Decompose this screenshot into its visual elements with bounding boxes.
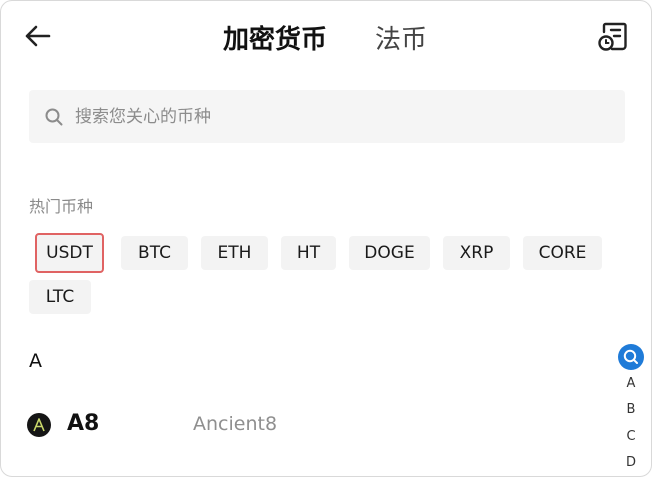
search-box[interactable] — [29, 90, 625, 143]
hot-coins-label: 热门币种 — [29, 197, 94, 216]
index-letter-a[interactable]: A — [617, 376, 645, 391]
hot-coin-eth[interactable]: ETH — [201, 236, 268, 270]
index-letter-c[interactable]: C — [617, 429, 645, 444]
hot-coin-ltc[interactable]: LTC — [29, 280, 91, 314]
search-input[interactable] — [73, 105, 625, 128]
order-history-icon — [598, 22, 627, 51]
index-search-icon[interactable] — [618, 344, 644, 370]
index-letter-d[interactable]: D — [617, 455, 645, 470]
hot-coin-core[interactable]: CORE — [523, 236, 602, 270]
coin-selector-screen: 加密货币 法币 热门币种 USDT BTC ETH HT DOGE XRP CO… — [0, 0, 652, 477]
group-header-a: A — [29, 350, 42, 372]
hot-coin-xrp[interactable]: XRP — [443, 236, 510, 270]
back-button[interactable] — [21, 19, 55, 53]
coin-symbol: A8 — [67, 411, 100, 436]
arrow-left-icon — [25, 25, 51, 47]
hot-coin-usdt[interactable]: USDT — [35, 233, 104, 273]
tab-fiat[interactable]: 法币 — [375, 23, 427, 57]
hot-coin-ht[interactable]: HT — [281, 236, 336, 270]
tab-crypto[interactable]: 加密货币 — [223, 23, 327, 57]
header: 加密货币 法币 — [1, 1, 651, 77]
ancient8-logo-icon — [27, 413, 51, 437]
coin-name: Ancient8 — [193, 413, 278, 435]
hot-coin-btc[interactable]: BTC — [121, 236, 188, 270]
hot-coin-doge[interactable]: DOGE — [349, 236, 430, 270]
index-letter-b[interactable]: B — [617, 402, 645, 417]
coin-row[interactable]: A8 Ancient8 — [1, 401, 601, 449]
order-history-button[interactable] — [595, 19, 631, 55]
search-icon — [45, 108, 63, 125]
